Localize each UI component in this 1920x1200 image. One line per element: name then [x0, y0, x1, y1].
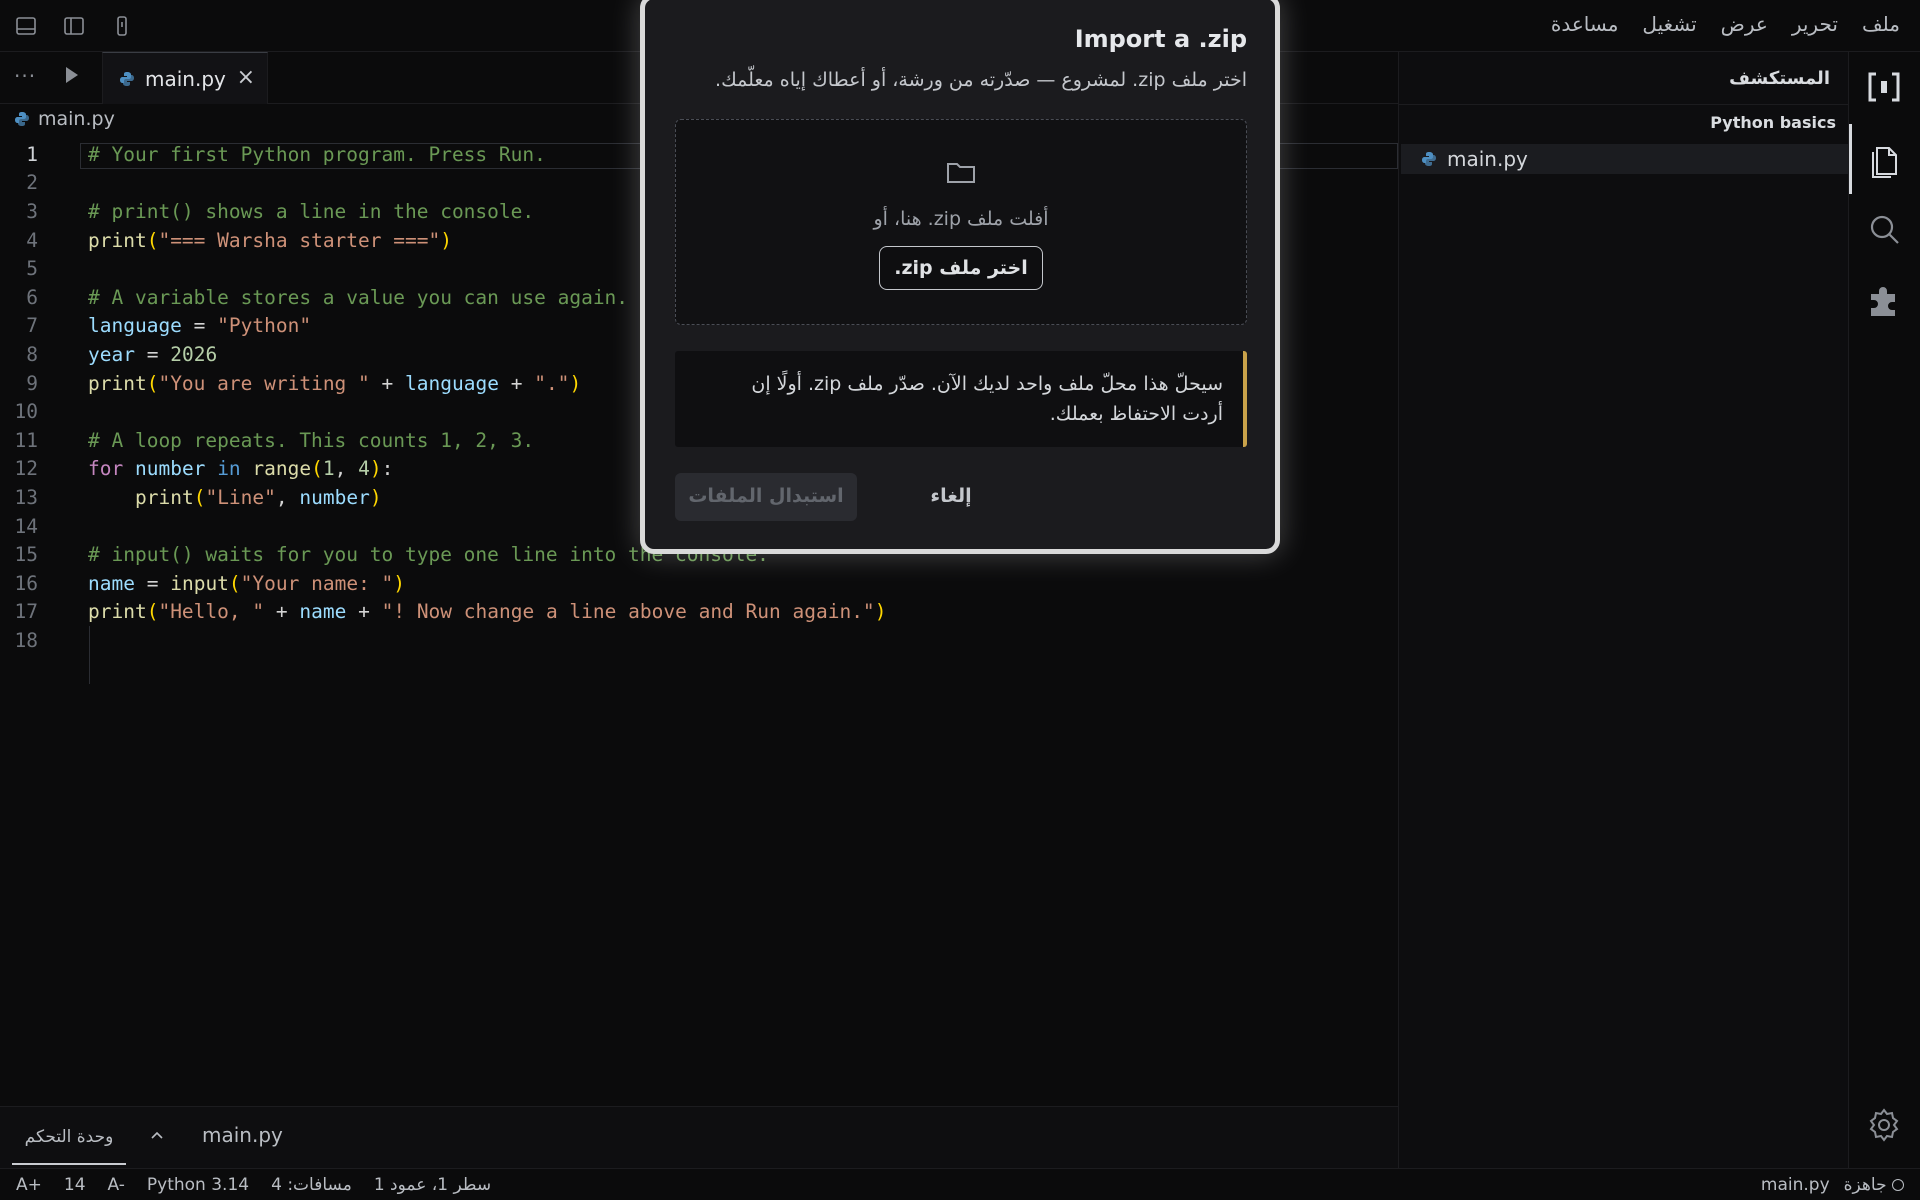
line-number: 18 — [14, 628, 38, 652]
line-number: 16 — [14, 571, 38, 595]
status-indicator: جاهزة — [1844, 1175, 1904, 1195]
font-increase-button[interactable]: A+ — [16, 1175, 42, 1195]
status-left: A+ 14 A- Python 3.14 مسافات: 4 سطر 1، عم… — [16, 1175, 491, 1195]
run-icon[interactable] — [66, 67, 78, 83]
close-tab-icon[interactable]: × — [237, 65, 255, 90]
font-decrease-button[interactable]: A- — [108, 1175, 125, 1195]
menu-run[interactable]: تشغيل — [1642, 12, 1696, 36]
python-file-icon — [120, 71, 134, 86]
explorer-file-item[interactable]: main.py — [1401, 144, 1848, 174]
cancel-button[interactable]: إلغاء — [921, 473, 981, 521]
breadcrumb-file[interactable]: main.py — [38, 108, 115, 130]
code-text: for number in range(1, 4): — [88, 457, 394, 481]
tab-main-py[interactable]: main.py × — [102, 52, 268, 104]
drop-text: أفلت ملف zip. هنا، أو — [873, 208, 1049, 230]
more-actions-icon[interactable]: ··· — [14, 64, 36, 88]
toggle-panel-icon[interactable] — [14, 14, 38, 38]
code-text: print("Line", number) — [135, 485, 382, 509]
code-text: # print() shows a line in the console. — [88, 199, 535, 223]
code-text: year = 2026 — [88, 342, 218, 366]
replace-files-button[interactable]: استبدال الملفات — [675, 473, 857, 521]
line-number: 11 — [14, 428, 38, 452]
app-logo-icon[interactable] — [1865, 68, 1903, 106]
status-right: جاهزة main.py — [1761, 1175, 1904, 1195]
line-number: 1 — [26, 142, 38, 166]
activity-bar — [1848, 52, 1920, 1168]
breadcrumb: main.py — [14, 108, 115, 130]
line-number: 15 — [14, 543, 38, 567]
line-number: 9 — [26, 371, 38, 395]
menu-view[interactable]: عرض — [1721, 12, 1768, 36]
tab-console[interactable]: وحدة التحكم — [12, 1121, 126, 1165]
line-number: 12 — [14, 457, 38, 481]
status-dot-icon — [1892, 1179, 1904, 1191]
layout-controls — [14, 14, 134, 38]
import-zip-dialog: Import a .zip اختر ملف zip. لمشروع — صدّ… — [640, 0, 1280, 554]
line-number: 4 — [26, 228, 38, 252]
line-number: 5 — [26, 257, 38, 281]
menu-edit[interactable]: تحرير — [1792, 12, 1838, 36]
font-size-value: 14 — [63, 1175, 86, 1195]
dialog-actions: استبدال الملفات إلغاء — [675, 473, 1255, 521]
active-view-indicator — [1849, 124, 1852, 194]
code-text: # A variable stores a value you can use … — [88, 285, 629, 309]
tab-label: main.py — [145, 66, 226, 91]
search-icon[interactable] — [1865, 210, 1903, 248]
python-file-icon — [1422, 152, 1436, 166]
code-text: language = "Python" — [88, 314, 312, 338]
code-text: # A loop repeats. This counts 1, 2, 3. — [88, 428, 535, 452]
status-bar: A+ 14 A- Python 3.14 مسافات: 4 سطر 1، عم… — [0, 1168, 1920, 1200]
choose-zip-button[interactable]: اختر ملف zip. — [879, 246, 1043, 290]
line-number: 8 — [26, 342, 38, 366]
menu-help[interactable]: مساعدة — [1551, 12, 1619, 36]
code-text: print("Hello, " + name + "! Now change a… — [88, 600, 887, 624]
code-text: name = input("Your name: ") — [88, 571, 406, 595]
explorer-title: المستكشف — [1729, 68, 1830, 89]
drop-zone[interactable]: أفلت ملف zip. هنا، أو اختر ملف zip. — [675, 119, 1247, 325]
status-text: جاهزة — [1843, 1175, 1887, 1195]
chevron-up-icon[interactable] — [150, 1125, 164, 1144]
line-number: 6 — [26, 285, 38, 309]
menu-file[interactable]: ملف — [1862, 12, 1900, 36]
dialog-title: Import a .zip — [1074, 25, 1247, 53]
language-indicator[interactable]: Python 3.14 — [147, 1175, 249, 1195]
line-number: 13 — [14, 485, 38, 509]
explorer-section[interactable]: Python basics — [1399, 104, 1848, 136]
extensions-icon[interactable] — [1865, 280, 1903, 318]
cursor-position[interactable]: سطر 1، عمود 1 — [374, 1175, 491, 1195]
gear-icon[interactable] — [1865, 1106, 1903, 1144]
panel-file-label: main.py — [202, 1123, 283, 1147]
section-title: Python basics — [1710, 113, 1836, 132]
device-icon[interactable] — [110, 14, 134, 38]
file-label: main.py — [1447, 147, 1528, 171]
replace-warning: سيحلّ هذا محلّ ملف واحد لديك الآن. صدّر … — [675, 351, 1247, 447]
dialog-subtitle: اختر ملف zip. لمشروع — صدّرته من ورشة، أ… — [715, 69, 1247, 91]
line-number: 14 — [14, 514, 38, 538]
menu-list: ملف تحرير عرض تشغيل مساعدة — [1551, 12, 1900, 36]
folder-icon — [947, 163, 975, 183]
status-file: main.py — [1760, 1175, 1830, 1195]
python-file-icon — [15, 112, 29, 126]
panel-bar: وحدة التحكم main.py — [0, 1106, 1398, 1168]
line-number: 10 — [14, 400, 38, 424]
code-text: # Your first Python program. Press Run. — [88, 142, 546, 166]
code-text: print("You are writing " + language + ".… — [88, 371, 582, 395]
toggle-sidebar-icon[interactable] — [62, 14, 86, 38]
code-line[interactable]: 18 — [0, 626, 1398, 655]
line-number: 17 — [14, 600, 38, 624]
line-number: 3 — [26, 199, 38, 223]
explorer-sidebar: المستكشف Python basics main.py — [1398, 52, 1848, 1168]
indentation-indicator[interactable]: مسافات: 4 — [271, 1175, 352, 1195]
code-text: print("=== Warsha starter ===") — [88, 228, 452, 252]
code-line[interactable]: 17 print("Hello, " + name + "! Now change… — [0, 598, 1398, 627]
files-icon[interactable] — [1865, 140, 1903, 178]
line-number: 7 — [26, 314, 38, 338]
code-line[interactable]: 16 name = input("Your name: ") — [0, 569, 1398, 598]
line-number: 2 — [26, 171, 38, 195]
